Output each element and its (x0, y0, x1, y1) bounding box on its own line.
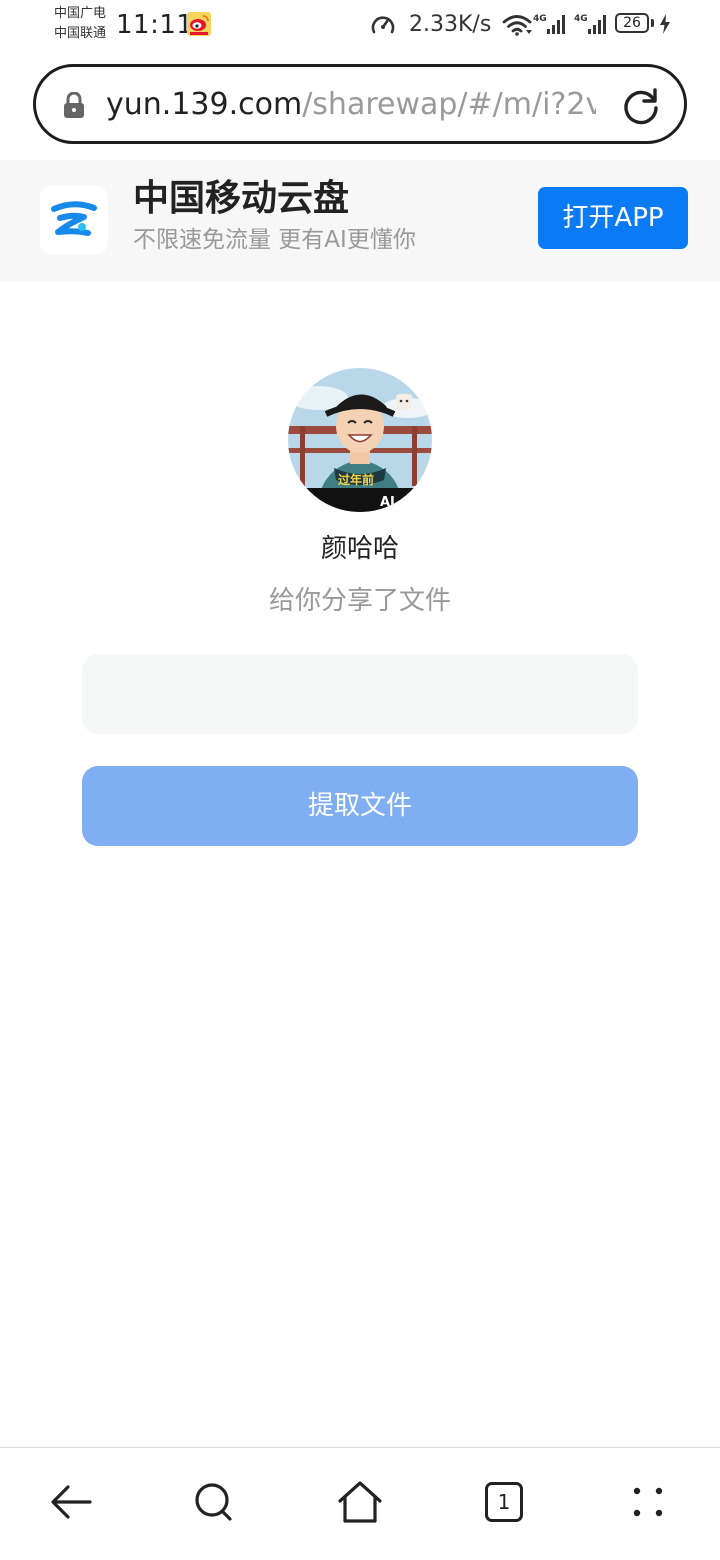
carrier-info: 中国广电 中国联通 (54, 4, 106, 44)
weibo-notification-icon (187, 12, 211, 36)
network-speed: 2.33K/s (409, 12, 492, 37)
speedometer-icon (371, 16, 395, 34)
charging-icon (660, 14, 670, 34)
extraction-code-input[interactable] (82, 654, 638, 734)
signal-type-label: 4G (533, 14, 547, 24)
cloud-drive-logo-icon (51, 201, 97, 236)
share-description: 给你分享了文件 (268, 586, 451, 616)
signal-type-label: 4G (574, 14, 588, 24)
signal-strength-icon: 4G (574, 14, 606, 34)
home-button[interactable] (336, 1478, 384, 1526)
avatar-corner-label: AI (380, 495, 395, 510)
tabs-button[interactable]: 1 (480, 1478, 528, 1526)
home-icon (338, 1481, 382, 1523)
lock-icon (64, 92, 84, 118)
app-name: 中国移动云盘 (133, 178, 350, 219)
avatar-image: 过年前 AI (288, 368, 432, 512)
tabs-icon: 1 (485, 1482, 523, 1522)
status-bar: 中国广电 中国联通 11:11 2.33K/s 4G 4G 26 (0, 0, 720, 50)
signal-strength-icon: 4G (533, 14, 565, 34)
wifi-icon (502, 15, 532, 36)
refresh-icon[interactable] (621, 86, 661, 126)
battery-level: 26 (623, 15, 641, 31)
sharer-name: 颜哈哈 (320, 534, 399, 564)
menu-button[interactable] (624, 1478, 672, 1526)
app-slogan: 不限速免流量 更有AI更懂你 (133, 227, 416, 253)
browser-bottom-nav: 1 (0, 1448, 720, 1560)
app-logo (40, 186, 108, 254)
url-path: /sharewap/#/m/i?2v3 (302, 87, 596, 122)
sharer-avatar: 过年前 AI (288, 368, 432, 512)
search-icon (195, 1483, 232, 1521)
open-app-button[interactable]: 打开APP (538, 187, 688, 249)
avatar-overlay-label: 过年前 (338, 472, 374, 487)
battery-tip (651, 19, 654, 27)
back-arrow-icon (51, 1485, 92, 1519)
carrier-2: 中国联通 (54, 26, 107, 41)
back-button[interactable] (48, 1478, 96, 1526)
battery-icon: 26 (615, 13, 649, 33)
extract-file-button[interactable]: 提取文件 (82, 766, 638, 846)
url-text[interactable]: yun.139.com/sharewap/#/m/i?2v3 (106, 85, 596, 125)
search-button[interactable] (190, 1478, 238, 1526)
url-host: yun.139.com (106, 87, 303, 122)
status-time: 11:11 (116, 10, 194, 40)
tab-count: 1 (497, 1490, 511, 1514)
carrier-1: 中国广电 (54, 6, 107, 21)
menu-icon (633, 1487, 663, 1517)
app-download-banner: 中国移动云盘 不限速免流量 更有AI更懂你 打开APP (0, 160, 720, 282)
address-bar[interactable]: yun.139.com/sharewap/#/m/i?2v3 (33, 64, 687, 144)
